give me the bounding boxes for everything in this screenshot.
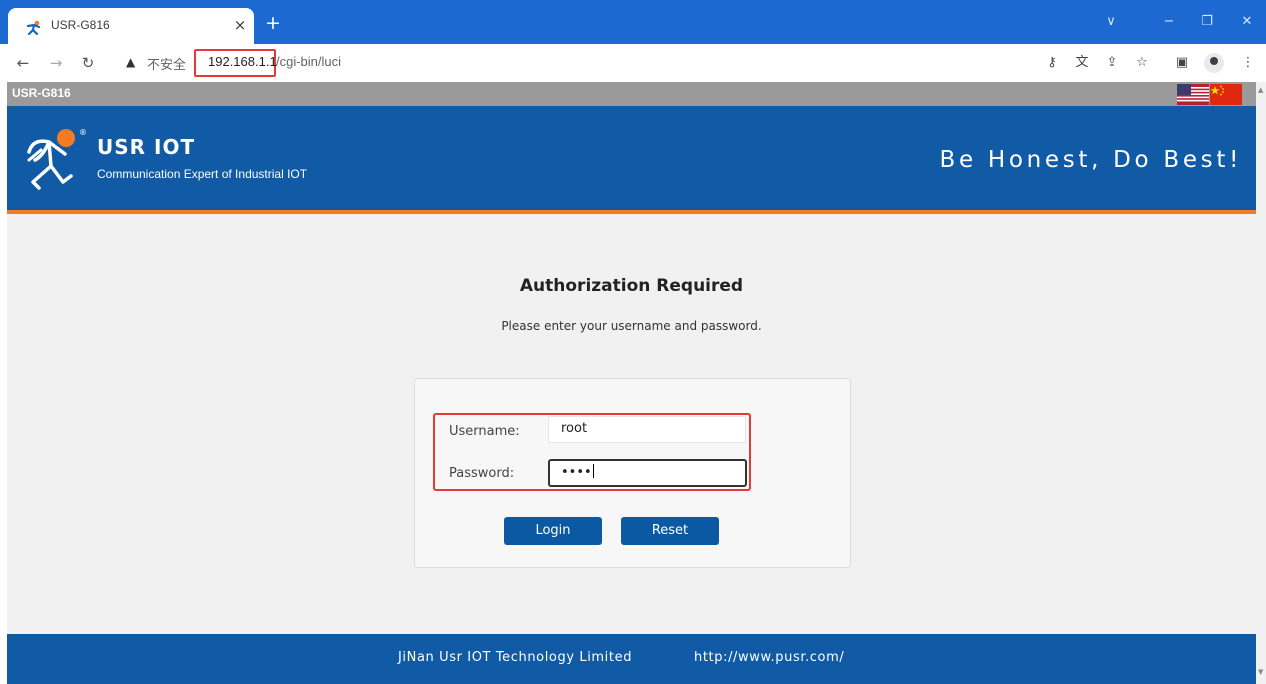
reset-button[interactable]: Reset bbox=[621, 517, 719, 545]
site-footer: JiNan Usr IOT Technology Limited http://… bbox=[7, 634, 1256, 684]
tab-search-icon[interactable]: ∨ bbox=[1100, 12, 1122, 32]
slogan: Be Honest, Do Best! bbox=[939, 147, 1242, 173]
minimize-icon[interactable]: − bbox=[1158, 12, 1180, 32]
restore-icon[interactable]: ❐ bbox=[1196, 12, 1218, 32]
new-tab-button[interactable]: + bbox=[262, 12, 284, 34]
usr-favicon-icon bbox=[26, 20, 41, 36]
browser-tab[interactable]: USR-G816 × bbox=[8, 8, 254, 44]
star-icon[interactable]: ☆ bbox=[1132, 53, 1152, 73]
insecure-label[interactable]: 不安全 bbox=[147, 54, 186, 73]
tab-title: USR-G816 bbox=[51, 18, 110, 32]
username-input[interactable]: root bbox=[548, 416, 746, 443]
reload-icon[interactable]: ↻ bbox=[77, 52, 99, 74]
forward-icon[interactable]: → bbox=[45, 52, 67, 74]
warning-icon[interactable]: ▲ bbox=[126, 55, 135, 69]
username-label: Username: bbox=[449, 424, 520, 439]
footer-company: JiNan Usr IOT Technology Limited bbox=[398, 650, 633, 665]
brand-title: USR IOT bbox=[97, 135, 196, 159]
auth-description: Please enter your username and password. bbox=[501, 319, 762, 333]
browser-tab-strip: USR-G816 × + ∨ − ❐ ✕ bbox=[0, 0, 1266, 44]
tab-close-icon[interactable]: × bbox=[230, 15, 250, 35]
password-input[interactable]: •••• bbox=[548, 459, 747, 487]
footer-url[interactable]: http://www.pusr.com/ bbox=[694, 650, 844, 665]
us-flag-icon[interactable] bbox=[1177, 84, 1209, 105]
scroll-down-icon[interactable]: ▼ bbox=[1258, 668, 1263, 676]
web-page: USR-G816 ® USR IOT Communication Expert … bbox=[7, 82, 1256, 684]
address-bar[interactable]: ▲ 不安全 192.168.1.1 /cgi-bin/luci bbox=[116, 49, 1026, 77]
sidepanel-icon[interactable]: ▣ bbox=[1172, 53, 1192, 73]
share-icon[interactable]: ⇪ bbox=[1102, 53, 1122, 73]
site-header: ® USR IOT Communication Expert of Indust… bbox=[7, 106, 1256, 214]
scroll-up-icon[interactable]: ▲ bbox=[1258, 86, 1263, 94]
login-panel: Username: root Password: •••• Login Rese… bbox=[414, 378, 851, 568]
menu-icon[interactable]: ⋮ bbox=[1238, 53, 1258, 73]
url-host[interactable]: 192.168.1.1 bbox=[208, 54, 277, 69]
key-icon[interactable]: ⚷ bbox=[1042, 53, 1062, 73]
page-scrollbar[interactable] bbox=[1256, 82, 1266, 684]
profile-icon[interactable] bbox=[1204, 53, 1224, 73]
password-value: •••• bbox=[561, 465, 592, 480]
url-path[interactable]: /cgi-bin/luci bbox=[276, 54, 341, 69]
device-name: USR-G816 bbox=[12, 86, 71, 100]
brand-subtitle: Communication Expert of Industrial IOT bbox=[97, 167, 308, 181]
username-value: root bbox=[561, 421, 588, 436]
translate-icon[interactable]: 文 bbox=[1072, 53, 1092, 73]
close-window-icon[interactable]: ✕ bbox=[1236, 12, 1258, 32]
password-label: Password: bbox=[449, 466, 515, 481]
browser-toolbar: ← → ↻ ▲ 不安全 192.168.1.1 /cgi-bin/luci ⚷ … bbox=[0, 44, 1266, 82]
text-caret bbox=[592, 464, 594, 478]
cn-flag-icon[interactable] bbox=[1210, 84, 1242, 105]
svg-text:®: ® bbox=[79, 128, 87, 137]
device-topbar: USR-G816 bbox=[7, 82, 1256, 106]
login-button[interactable]: Login bbox=[504, 517, 602, 545]
usr-logo-icon: ® bbox=[27, 128, 87, 190]
auth-title: Authorization Required bbox=[519, 276, 744, 296]
back-icon[interactable]: ← bbox=[12, 52, 34, 74]
